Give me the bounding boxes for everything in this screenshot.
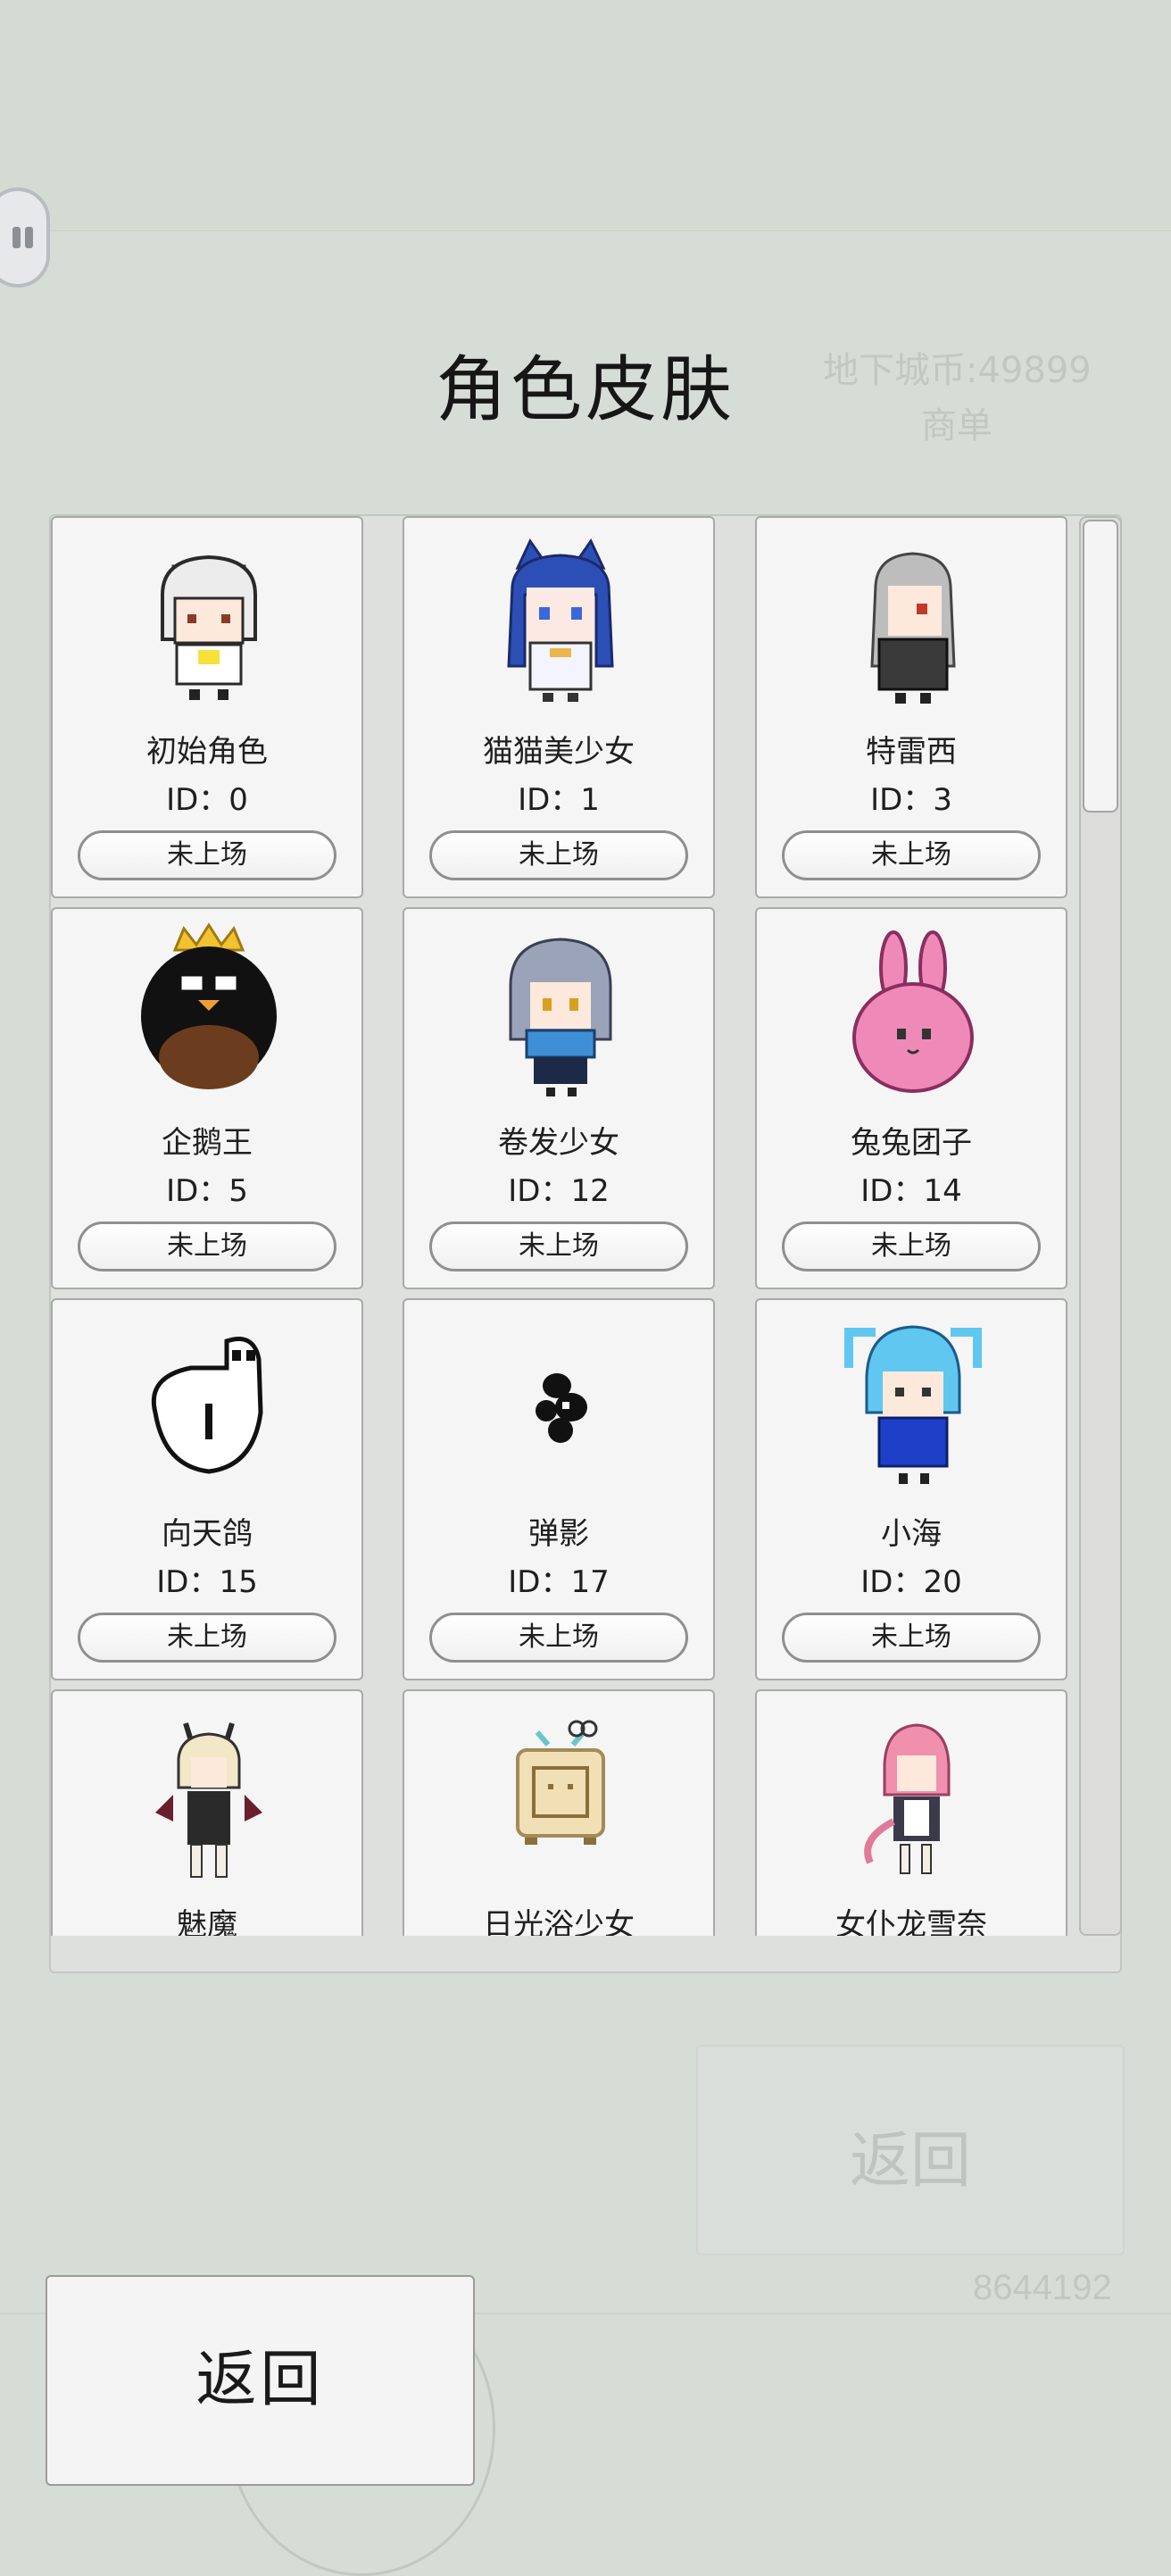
return-button[interactable]: 返回: [46, 2275, 475, 2486]
pause-button[interactable]: [0, 188, 50, 288]
scrollbar-track[interactable]: [1079, 516, 1122, 1936]
pause-icon: [12, 227, 21, 248]
skin-card[interactable]: 弹影 ID：17 未上场: [403, 1298, 715, 1680]
bunny-dumpling-icon: [824, 920, 1002, 1105]
skin-name: 猫猫美少女: [483, 734, 635, 770]
skin-id: ID：0: [166, 782, 248, 818]
skin-name: 向天鸽: [162, 1516, 253, 1552]
white-hair-chibi-icon: [120, 529, 298, 714]
skin-id: ID：15: [156, 1564, 258, 1600]
scrollbar-thumb[interactable]: [1083, 520, 1118, 813]
penguin-king-icon: [120, 920, 298, 1105]
grey-hair-girl-icon: [824, 529, 1002, 714]
page-title: 角色皮肤: [436, 348, 735, 431]
sea-boy-icon: [824, 1311, 1002, 1496]
skin-id: ID：5: [166, 1173, 248, 1209]
equip-status-button[interactable]: 未上场: [78, 1613, 336, 1663]
skin-card[interactable]: 女仆龙雪奈: [755, 1689, 1067, 1936]
skin-card[interactable]: 兔兔团子 ID：14 未上场: [755, 907, 1067, 1289]
curly-hair-girl-icon: [471, 920, 650, 1105]
equip-status-button[interactable]: 未上场: [782, 830, 1041, 880]
skin-card[interactable]: 初始角色 ID：0 未上场: [51, 516, 363, 898]
skin-id: ID：14: [860, 1173, 962, 1209]
skin-card[interactable]: 猫猫美少女 ID：1 未上场: [403, 516, 715, 898]
skin-card[interactable]: 魅魔: [51, 1689, 363, 1936]
skin-id: ID：20: [860, 1564, 962, 1600]
tv-box-icon: [471, 1702, 650, 1888]
skin-name: 兔兔团子: [851, 1125, 972, 1161]
skin-id: ID：12: [508, 1173, 610, 1209]
skin-name: 魅魔: [177, 1907, 237, 1936]
skin-card[interactable]: 向天鸽 ID：15 未上场: [51, 1298, 363, 1680]
cat-girl-icon: [471, 529, 650, 714]
background-return-label: 返回: [849, 2126, 971, 2197]
shadow-blob-icon: [471, 1311, 650, 1496]
equip-status-button[interactable]: 未上场: [429, 830, 688, 880]
equip-status-button[interactable]: 未上场: [429, 1221, 688, 1271]
equip-status-button[interactable]: 未上场: [78, 830, 336, 880]
equip-status-button[interactable]: 未上场: [782, 1613, 1041, 1663]
skin-name: 初始角色: [146, 734, 268, 770]
skin-card[interactable]: 小海 ID：20 未上场: [755, 1298, 1067, 1680]
skin-id: ID：17: [508, 1564, 610, 1600]
skin-card[interactable]: 企鹅王 ID：5 未上场: [51, 907, 363, 1289]
pigeon-icon: [120, 1311, 298, 1496]
skin-name: 女仆龙雪奈: [835, 1907, 987, 1936]
succubus-icon: [120, 1702, 298, 1888]
skin-card[interactable]: 卷发少女 ID：12 未上场: [403, 907, 715, 1289]
skin-card[interactable]: 特雷西 ID：3 未上场: [755, 516, 1067, 898]
skin-name: 卷发少女: [498, 1125, 619, 1161]
skin-card[interactable]: 日光浴少女: [403, 1689, 715, 1936]
skin-name: 小海: [881, 1516, 942, 1552]
skin-id: ID：1: [518, 782, 600, 818]
skin-name: 特雷西: [866, 734, 957, 770]
equip-status-button[interactable]: 未上场: [429, 1613, 688, 1663]
skin-name: 日光浴少女: [483, 1907, 635, 1936]
background-return-button: 返回: [696, 2045, 1125, 2255]
equip-status-button[interactable]: 未上场: [782, 1221, 1041, 1271]
skin-name: 弹影: [528, 1516, 589, 1552]
skin-name: 企鹅王: [162, 1125, 253, 1161]
skin-id: ID：3: [870, 782, 952, 818]
maid-dragon-icon: [824, 1702, 1002, 1888]
skin-panel: 初始角色 ID：0 未上场 猫猫美少女 ID：1 未上场 特雷西 ID：3 未上场 企鹅王 I…: [49, 514, 1122, 1973]
skin-grid-viewport[interactable]: 初始角色 ID：0 未上场 猫猫美少女 ID：1 未上场 特雷西 ID：3 未上场 企鹅王 I…: [51, 516, 1077, 1936]
background-number-text: 8644192: [973, 2268, 1112, 2307]
top-band: [0, 0, 1171, 231]
equip-status-button[interactable]: 未上场: [78, 1221, 336, 1271]
